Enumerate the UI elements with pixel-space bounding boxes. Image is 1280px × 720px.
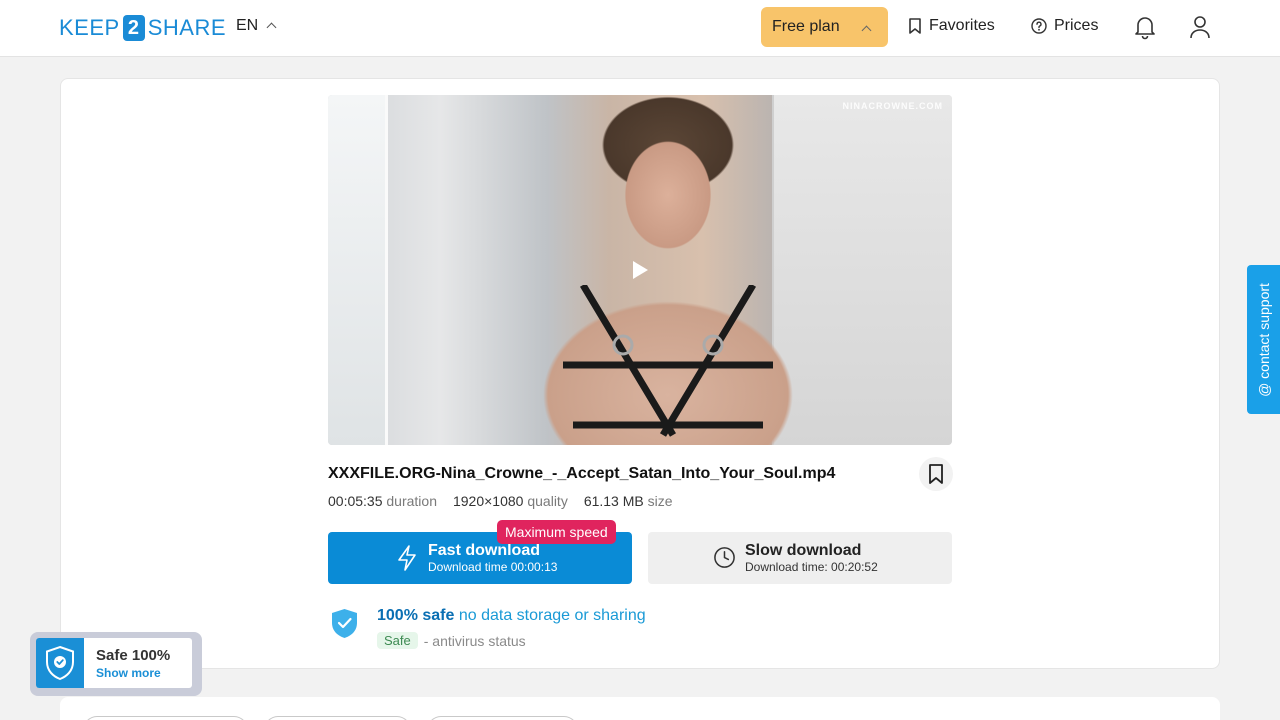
- secondary-tab[interactable]: [83, 716, 248, 720]
- contact-support-tab[interactable]: @ contact support: [1247, 265, 1280, 414]
- chevron-up-icon: [266, 22, 277, 33]
- safe-status-pill: Safe: [377, 632, 418, 649]
- video-preview[interactable]: NINACROWNE.COM: [328, 95, 952, 445]
- user-icon[interactable]: [1188, 14, 1212, 40]
- free-plan-label: Free plan: [772, 18, 840, 35]
- top-header: KEEP 2 SHARE EN Free plan Favorites Prices: [0, 0, 1280, 57]
- maximum-speed-badge: Maximum speed: [497, 520, 616, 544]
- prices-label: Prices: [1054, 17, 1099, 34]
- logo-text-left: KEEP: [59, 15, 120, 40]
- slow-download-time: Download time: 00:20:52: [745, 560, 878, 574]
- antivirus-status-text: - antivirus status: [423, 632, 526, 649]
- language-selector[interactable]: EN: [236, 17, 277, 35]
- video-scene-harness: [563, 285, 773, 437]
- secondary-tab[interactable]: [427, 716, 578, 720]
- safe-widget-show-more[interactable]: Show more: [96, 666, 161, 680]
- size-value: 61.13 MB: [583, 493, 644, 509]
- duration-label: duration: [386, 493, 437, 509]
- fast-download-title: Fast download: [428, 542, 540, 559]
- lightning-icon: [398, 545, 416, 571]
- logo-text-mid: 2: [122, 15, 145, 41]
- logo-text-right: SHARE: [147, 15, 226, 40]
- video-scene-window: [328, 95, 388, 445]
- safety-bold: 100% safe: [377, 607, 455, 624]
- meta-duration: 00:05:35 duration: [328, 493, 437, 509]
- video-watermark: NINACROWNE.COM: [842, 101, 943, 111]
- secondary-tab[interactable]: [264, 716, 411, 720]
- size-label: size: [647, 493, 673, 509]
- meta-size: 61.13 MB size: [584, 493, 673, 509]
- language-label: EN: [236, 17, 259, 34]
- favorites-link[interactable]: Favorites: [908, 17, 995, 35]
- favorites-label: Favorites: [929, 17, 995, 34]
- duration-value: 00:05:35: [328, 493, 383, 509]
- quality-value: 1920×1080: [452, 493, 524, 509]
- chevron-up-icon: [861, 25, 872, 36]
- quality-label: quality: [527, 493, 568, 509]
- safe-widget-title: Safe 100%: [96, 647, 171, 664]
- clock-icon: [714, 547, 735, 568]
- file-name: XXXFILE.ORG-Nina_Crowne_-_Accept_Satan_I…: [328, 465, 836, 482]
- safe-widget[interactable]: Safe 100% Show more: [30, 632, 202, 696]
- slow-download-title: Slow download: [745, 542, 862, 559]
- add-favorite-button[interactable]: [919, 457, 953, 491]
- shield-check-icon: [332, 609, 357, 638]
- keep2share-logo[interactable]: KEEP 2 SHARE: [59, 14, 226, 42]
- meta-quality: 1920×1080 quality: [453, 493, 568, 509]
- fast-download-time: Download time 00:00:13: [428, 560, 558, 574]
- free-plan-button[interactable]: Free plan: [761, 7, 888, 47]
- bookmark-icon: [909, 18, 921, 34]
- bell-icon[interactable]: [1133, 14, 1157, 40]
- contact-support-label: @ contact support: [1255, 282, 1272, 397]
- safety-link[interactable]: no data storage or sharing: [459, 607, 646, 624]
- safe-widget-badge: [36, 638, 84, 688]
- shield-check-icon: [46, 645, 74, 681]
- file-meta: 00:05:35 duration 1920×1080 quality 61.1…: [328, 493, 673, 509]
- slow-download-button[interactable]: Slow download Download time: 00:20:52: [648, 532, 952, 584]
- bookmark-icon: [929, 464, 943, 484]
- question-circle-icon: [1031, 18, 1047, 34]
- prices-link[interactable]: Prices: [1031, 17, 1098, 35]
- antivirus-status: Safe - antivirus status: [377, 632, 526, 649]
- safe-widget-inner: Safe 100% Show more: [36, 638, 192, 688]
- safety-statement: 100% safe no data storage or sharing: [377, 607, 646, 625]
- play-icon[interactable]: [633, 261, 648, 279]
